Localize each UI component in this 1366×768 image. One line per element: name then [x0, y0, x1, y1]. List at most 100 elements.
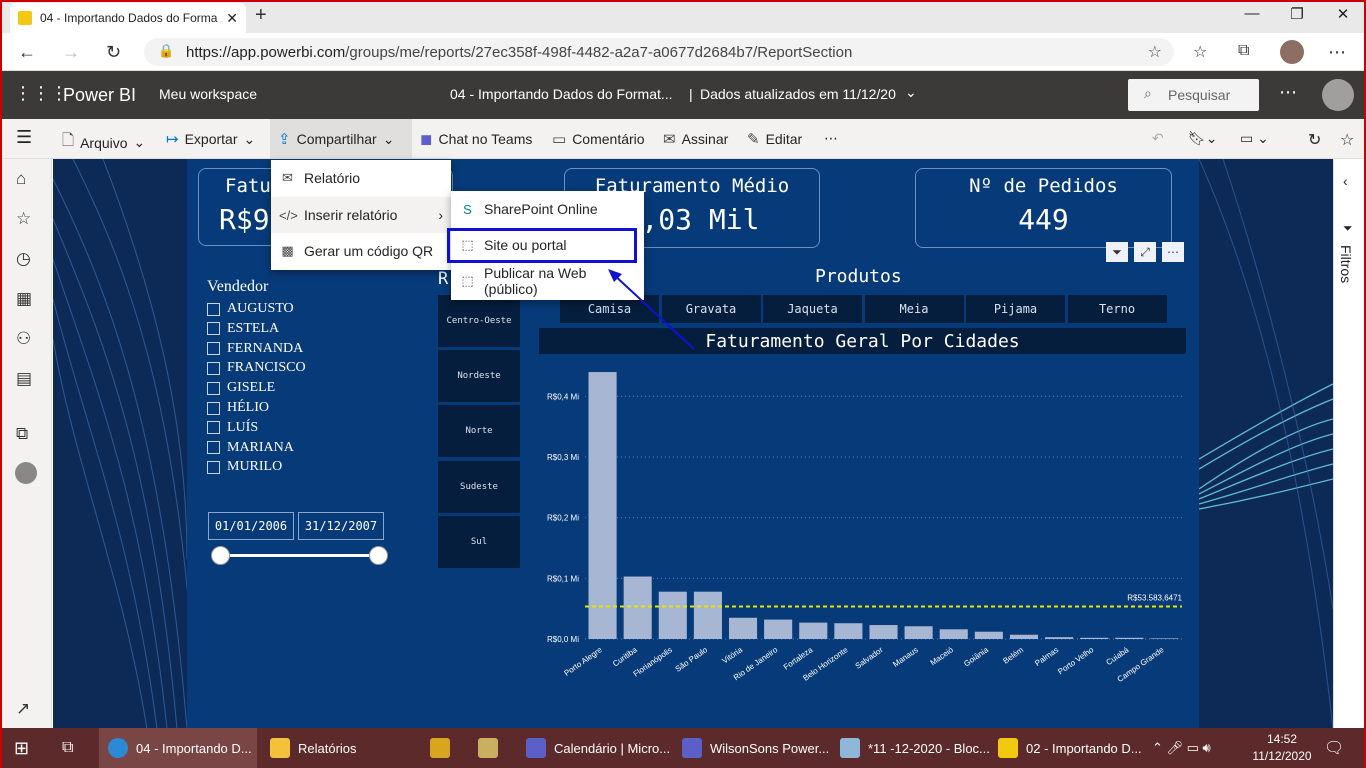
restore-icon[interactable]: ❐ [1274, 5, 1320, 27]
close-window-icon[interactable]: ✕ [1320, 5, 1366, 27]
url-input[interactable]: 🔒 https://app.powerbi.com/groups/me/repo… [144, 38, 1174, 66]
workspaces-icon[interactable]: ⧉ [16, 424, 28, 444]
vendor-option[interactable]: AUGUSTO [207, 301, 294, 317]
taskbar-app-icon[interactable] [430, 728, 450, 768]
taskbar-item-teams-calendar[interactable]: Calendário | Micro... [526, 728, 670, 768]
taskbar-item-powerbi[interactable]: 02 - Importando D... [998, 728, 1142, 768]
data-updated-label[interactable]: Dados atualizados em 11/12/20 [700, 86, 896, 102]
notifications-icon[interactable]: 🗨︎ [1324, 728, 1344, 768]
kpi-card-orders[interactable]: Nº de Pedidos 449 [915, 168, 1172, 248]
date-slider-handle-end[interactable] [369, 546, 388, 565]
subscribe-button[interactable]: ✉ Assinar [663, 130, 728, 148]
task-view-icon[interactable]: ⧉ [62, 728, 73, 768]
filter-icon[interactable]: ⏷ [1106, 242, 1128, 262]
city-revenue-bar-chart[interactable]: R$0,0 Mi R$0,1 Mi R$0,2 Mi R$0,3 Mi R$0,4 Mi… [530, 360, 1190, 690]
export-menu[interactable]: ↦ Exportar ⌄ [166, 130, 255, 149]
tray-icons[interactable]: ⌃ 🎤︎ ▭ 🔊︎ [1152, 728, 1211, 768]
region-option[interactable]: Sul [438, 515, 520, 568]
more-icon[interactable]: ⋯ [824, 130, 838, 147]
vendor-option[interactable]: ESTELA [207, 321, 279, 337]
product-option[interactable]: Jaqueta [763, 295, 862, 323]
vendor-option[interactable]: MARIANA [207, 440, 294, 456]
vendor-option[interactable]: LUÍS [207, 420, 258, 436]
checkbox[interactable] [207, 322, 220, 336]
browser-tab[interactable]: 04 - Importando Dados do Forma ✕ [10, 3, 246, 33]
get-data-arrow-icon[interactable]: ↗ [16, 699, 30, 719]
share-menu[interactable]: ⇪ Compartilhar ⌄ [278, 130, 394, 149]
checkbox[interactable] [207, 302, 220, 316]
checkbox[interactable] [207, 342, 220, 356]
app-launcher-icon[interactable]: ⋮⋮⋮ [14, 83, 68, 104]
chevron-down-icon[interactable]: ⌄ [905, 84, 917, 101]
search-input[interactable]: ⌕ Pesquisar [1128, 79, 1259, 111]
browser-menu-icon[interactable]: ⋯ [1328, 42, 1346, 63]
region-option[interactable]: Sudeste [438, 460, 520, 513]
checkbox[interactable] [207, 401, 220, 415]
date-slider-track[interactable] [220, 554, 378, 557]
collapse-chevron-icon[interactable]: ‹ [1343, 173, 1348, 189]
region-option[interactable]: Nordeste [438, 350, 520, 403]
checkbox[interactable] [207, 441, 220, 455]
shared-with-me-icon[interactable]: ⚇ [16, 329, 31, 349]
taskbar-item-explorer[interactable]: Relatórios [270, 728, 357, 768]
clock[interactable]: 14:52 11/12/2020 [1248, 731, 1316, 765]
file-menu[interactable]: 🗋 Arquivo ⌄ [62, 130, 145, 155]
taskbar-item-teams-wilson[interactable]: WilsonSons Power... [682, 728, 829, 768]
date-start-input[interactable]: 01/01/2006 [208, 512, 294, 540]
vendor-option[interactable]: FERNANDA [207, 341, 303, 357]
comment-button[interactable]: ▭ Comentário [552, 130, 645, 148]
vendor-option[interactable]: HÉLIO [207, 400, 269, 416]
checkbox[interactable] [207, 361, 220, 375]
menu-item-embed-report[interactable]: </> Inserir relatório › [271, 197, 451, 233]
checkbox[interactable] [207, 381, 220, 395]
home-icon[interactable]: ⌂ [16, 169, 26, 189]
vendor-option[interactable]: FRANCISCO [207, 360, 306, 376]
workspace-link[interactable]: Meu workspace [159, 86, 257, 102]
vendor-option[interactable]: GISELE [207, 380, 275, 396]
favorite-icon[interactable]: ☆ [1340, 130, 1354, 150]
product-option[interactable]: Meia [864, 295, 964, 323]
more-options-icon[interactable]: ⋯ [1162, 242, 1184, 262]
refresh-icon[interactable]: ↻ [1308, 130, 1321, 150]
apps-icon[interactable]: ▦ [16, 289, 32, 309]
nav-hamburger-icon[interactable]: ☰ [16, 127, 32, 148]
menu-item-qr-code[interactable]: ▩ Gerar um código QR [271, 233, 451, 269]
date-slider-handle-start[interactable] [211, 546, 230, 565]
favorite-star-icon[interactable]: ☆ [1148, 42, 1162, 62]
date-end-input[interactable]: 31/12/2007 [298, 512, 384, 540]
region-option[interactable]: Centro-Oeste [438, 295, 520, 347]
menu-item-sharepoint[interactable]: S SharePoint Online [451, 191, 644, 227]
collections-icon[interactable]: ⧉ [1238, 42, 1249, 60]
more-options-icon[interactable]: ⋯ [1279, 82, 1297, 103]
menu-item-report[interactable]: ✉ Relatório [271, 160, 451, 196]
filters-pane[interactable]: ‹ ⏷ Filtros [1333, 159, 1364, 729]
undo-icon[interactable]: ↶ [1152, 130, 1164, 147]
learn-book-icon[interactable]: ▤ [16, 369, 32, 389]
vendor-option[interactable]: MURILO [207, 459, 282, 475]
checkbox[interactable] [207, 421, 220, 435]
minimize-icon[interactable]: — [1229, 5, 1275, 27]
close-tab-icon[interactable]: ✕ [226, 10, 238, 27]
edit-button[interactable]: ✎ Editar [747, 130, 802, 148]
recent-clock-icon[interactable]: ◷ [16, 249, 31, 269]
profile-avatar[interactable] [1280, 40, 1304, 64]
reload-icon[interactable]: ↻ [106, 42, 121, 63]
taskbar-item-edge[interactable]: 04 - Importando D... [108, 728, 252, 768]
focus-mode-icon[interactable]: ⤢ [1134, 242, 1156, 262]
bookmark-icon[interactable]: 🔖︎⌄ [1188, 130, 1218, 147]
back-icon[interactable]: ← [18, 42, 36, 63]
favorites-icon[interactable]: ☆ [1193, 42, 1207, 62]
powerbi-brand[interactable]: Power BI [63, 85, 136, 106]
checkbox[interactable] [207, 460, 220, 474]
new-tab-icon[interactable]: + [255, 4, 267, 27]
favorites-star-icon[interactable]: ☆ [16, 209, 31, 229]
my-workspace-avatar-icon[interactable] [15, 462, 37, 484]
forward-icon[interactable]: → [62, 42, 80, 63]
view-icon[interactable]: ▭ ⌄ [1240, 130, 1269, 147]
taskbar-app-icon-2[interactable] [478, 728, 498, 768]
region-option[interactable]: Norte [438, 405, 520, 458]
user-avatar[interactable] [1322, 79, 1354, 111]
teams-chat-button[interactable]: ◼ Chat no Teams [420, 130, 532, 148]
taskbar-item-notepad[interactable]: *11 -12-2020 - Bloc... [840, 728, 990, 768]
product-option[interactable]: Pijama [966, 295, 1065, 323]
